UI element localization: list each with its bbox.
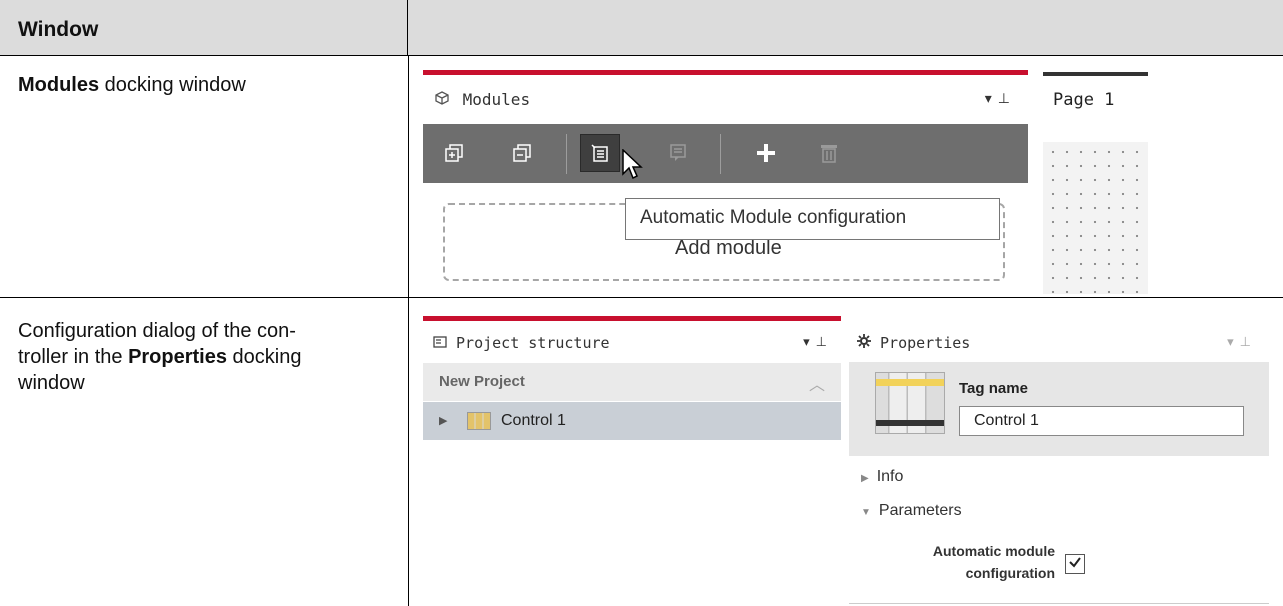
modules-panel-title: Modules bbox=[435, 90, 530, 109]
triangle-down-icon: ▼ bbox=[861, 507, 871, 518]
tree-item-control[interactable]: ▶ Control 1 bbox=[423, 402, 841, 440]
tooltip: Automatic Module configuration bbox=[625, 198, 1000, 240]
gear-icon bbox=[857, 334, 880, 352]
header-title: Window bbox=[18, 18, 99, 41]
cube-icon bbox=[435, 90, 453, 109]
toolbar-separator bbox=[566, 134, 567, 174]
project-structure-panel: Project structure ▾⊥ New Project ︿ ▶ Con… bbox=[423, 316, 841, 606]
config-icon[interactable] bbox=[661, 136, 695, 170]
pin-icon[interactable]: ⊥ bbox=[816, 334, 833, 349]
project-structure-title: Project structure bbox=[433, 334, 610, 352]
section-parameters[interactable]: ▼ Parameters bbox=[861, 502, 962, 520]
toolbar-separator bbox=[720, 134, 721, 174]
tag-name-label: Tag name bbox=[959, 380, 1028, 397]
trash-icon[interactable] bbox=[812, 136, 846, 170]
dropdown-arrow-icon[interactable]: ▾ bbox=[1227, 334, 1240, 349]
row2-line2: troller in the Properties docking bbox=[18, 346, 302, 368]
project-name: New Project bbox=[439, 373, 525, 390]
row1-bold: Modules bbox=[18, 74, 100, 96]
expand-arrow-icon[interactable]: ▶ bbox=[439, 414, 447, 427]
table-header-window: Window bbox=[0, 0, 408, 56]
modules-toolbar bbox=[423, 124, 1028, 183]
properties-title: Properties bbox=[857, 334, 970, 352]
add-module-label: Add module bbox=[675, 237, 782, 259]
section-info[interactable]: ▶ Info bbox=[861, 468, 903, 486]
controller-icon bbox=[467, 412, 491, 430]
panel-controls: ▾⊥ bbox=[1227, 334, 1257, 350]
row-divider bbox=[0, 297, 1283, 298]
project-structure-icon bbox=[433, 334, 456, 352]
page-canvas[interactable] bbox=[1043, 142, 1148, 294]
modules-panel: Modules ▾⊥ Add module Automatic Module c… bbox=[423, 70, 1028, 296]
tag-name-input[interactable]: Control 1 bbox=[959, 406, 1244, 436]
chevron-up-icon[interactable]: ︿ bbox=[809, 371, 825, 395]
controller-image bbox=[875, 372, 945, 434]
panel-controls: ▾⊥ bbox=[803, 334, 833, 350]
page-panel: Page 1 bbox=[1043, 72, 1148, 296]
expand-icon[interactable] bbox=[437, 136, 471, 170]
pin-icon[interactable]: ⊥ bbox=[998, 90, 1016, 106]
auto-config-icon[interactable] bbox=[580, 134, 620, 172]
dropdown-arrow-icon[interactable]: ▾ bbox=[985, 90, 998, 106]
panel-accent-bar bbox=[423, 70, 1028, 75]
column-divider bbox=[408, 56, 409, 606]
panel-controls: ▾⊥ bbox=[985, 90, 1016, 107]
triangle-right-icon: ▶ bbox=[861, 473, 869, 484]
collapse-icon[interactable] bbox=[505, 136, 539, 170]
checkmark-icon bbox=[1069, 557, 1081, 568]
row2-description: Configuration dialog of the con- troller… bbox=[18, 318, 398, 396]
auto-config-checkbox[interactable] bbox=[1065, 554, 1085, 574]
mouse-cursor-icon bbox=[622, 148, 644, 186]
properties-panel: Properties ▾⊥ Tag name Control 1 ▶ Info ▼… bbox=[849, 318, 1269, 606]
table-header-right bbox=[408, 0, 1283, 56]
project-node[interactable]: New Project ︿ bbox=[423, 363, 841, 401]
panel-divider bbox=[849, 603, 1269, 604]
plus-icon[interactable] bbox=[749, 136, 783, 170]
auto-config-label: Automatic module configuration bbox=[932, 543, 1055, 581]
pin-icon[interactable]: ⊥ bbox=[1240, 334, 1257, 349]
page-tab-indicator bbox=[1043, 72, 1148, 76]
dropdown-arrow-icon[interactable]: ▾ bbox=[803, 334, 816, 349]
tree-item-label: Control 1 bbox=[501, 412, 566, 429]
properties-header: Tag name Control 1 bbox=[849, 362, 1269, 456]
row1-text: docking window bbox=[99, 74, 246, 96]
row2-line1: Configuration dialog of the con- bbox=[18, 320, 296, 342]
row2-line3: window bbox=[18, 372, 85, 394]
page-tab[interactable]: Page 1 bbox=[1053, 90, 1114, 110]
panel-accent-bar bbox=[423, 316, 841, 321]
row1-description: Modules docking window bbox=[18, 72, 398, 98]
